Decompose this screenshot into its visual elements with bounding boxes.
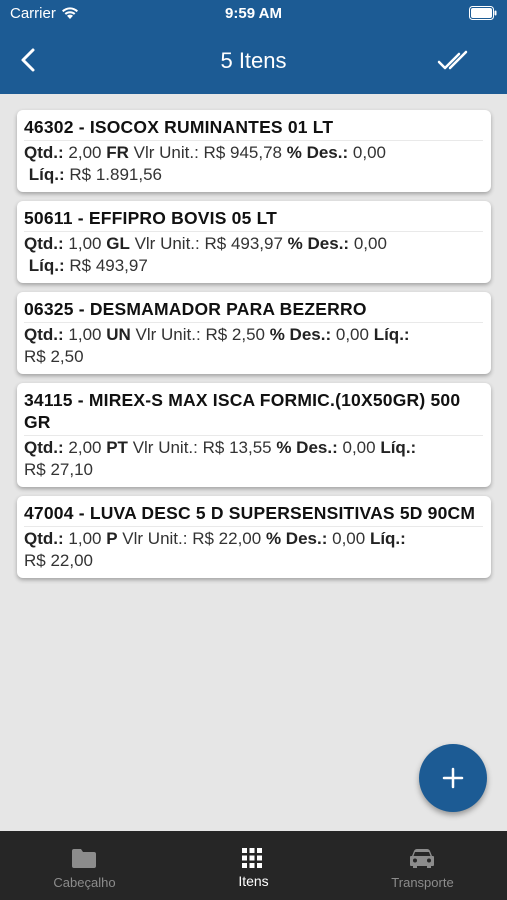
tab-itens[interactable]: Itens [169, 831, 338, 900]
liq-value: R$ 1.891,56 [69, 165, 162, 184]
items-list: 46302 - ISOCOX RUMINANTES 01 LT Qtd.: 2,… [17, 110, 491, 587]
vlr-label: Vlr Unit.: [135, 325, 201, 344]
plus-icon [442, 767, 464, 789]
liq-label: Líq.: [28, 256, 65, 275]
item-title: 06325 - DESMAMADOR PARA BEZERRO [24, 298, 483, 323]
qtd-value: 2,00 [68, 438, 102, 457]
des-label: % Des.: [276, 438, 338, 457]
item-title: 46302 - ISOCOX RUMINANTES 01 LT [24, 116, 483, 141]
des-label: % Des.: [265, 529, 328, 548]
des-value: 0,00 [335, 325, 369, 344]
car-icon [410, 849, 434, 868]
clock: 9:59 AM [225, 5, 282, 22]
item-card[interactable]: 46302 - ISOCOX RUMINANTES 01 LT Qtd.: 2,… [17, 110, 491, 192]
item-title: 34115 - MIREX-S MAX ISCA FORMIC.(10X50GR… [24, 389, 483, 436]
qtd-value: 1,00 [68, 529, 102, 548]
battery-icon [469, 6, 497, 20]
unit-value: PT [106, 438, 128, 457]
item-details: Qtd.: 2,00 PT Vlr Unit.: R$ 13,55 % Des.… [24, 436, 483, 481]
tab-label: Transporte [391, 875, 454, 890]
qtd-label: Qtd.: [24, 325, 64, 344]
liq-value: R$ 493,97 [69, 256, 148, 275]
liq-label: Líq.: [373, 325, 410, 344]
qtd-value: 1,00 [68, 234, 102, 253]
grid-icon [242, 848, 262, 868]
qtd-label: Qtd.: [24, 234, 64, 253]
vlr-label: Vlr Unit.: [134, 234, 200, 253]
vlr-value: R$ 13,55 [202, 438, 272, 457]
item-card[interactable]: 47004 - LUVA DESC 5 D SUPERSENSITIVAS 5D… [17, 496, 491, 578]
item-card[interactable]: 50611 - EFFIPRO BOVIS 05 LT Qtd.: 1,00 G… [17, 201, 491, 283]
double-check-icon[interactable] [437, 48, 469, 74]
page-title: 5 Itens [220, 48, 287, 73]
item-title: 47004 - LUVA DESC 5 D SUPERSENSITIVAS 5D… [24, 502, 483, 527]
add-item-button[interactable] [419, 744, 487, 812]
item-card[interactable]: 06325 - DESMAMADOR PARA BEZERRO Qtd.: 1,… [17, 292, 491, 374]
item-details: Qtd.: 2,00 FR Vlr Unit.: R$ 945,78 % Des… [24, 141, 483, 186]
unit-value: UN [106, 325, 131, 344]
liq-value: R$ 2,50 [24, 347, 84, 366]
des-value: 0,00 [332, 529, 366, 548]
liq-value: R$ 22,00 [24, 551, 93, 570]
vlr-value: R$ 2,50 [205, 325, 265, 344]
qtd-value: 2,00 [68, 143, 102, 162]
item-details: Qtd.: 1,00 UN Vlr Unit.: R$ 2,50 % Des.:… [24, 323, 483, 368]
tab-transporte[interactable]: Transporte [338, 831, 507, 900]
item-details: Qtd.: 1,00 P Vlr Unit.: R$ 22,00 % Des.:… [24, 527, 483, 572]
unit-value: P [106, 529, 118, 548]
vlr-value: R$ 945,78 [203, 143, 282, 162]
vlr-value: R$ 22,00 [192, 529, 262, 548]
tab-bar: Cabeçalho Itens Transporte [0, 831, 507, 900]
des-value: 0,00 [352, 143, 386, 162]
folder-icon [72, 849, 96, 868]
qtd-label: Qtd.: [24, 438, 64, 457]
liq-label: Líq.: [380, 438, 417, 457]
des-label: % Des.: [286, 143, 349, 162]
qtd-label: Qtd.: [24, 143, 64, 162]
vlr-label: Vlr Unit.: [122, 529, 188, 548]
liq-value: R$ 27,10 [24, 460, 93, 479]
vlr-label: Vlr Unit.: [132, 438, 198, 457]
qtd-label: Qtd.: [24, 529, 64, 548]
unit-value: GL [106, 234, 130, 253]
tab-label: Cabeçalho [53, 875, 116, 890]
item-details: Qtd.: 1,00 GL Vlr Unit.: R$ 493,97 % Des… [24, 232, 483, 277]
liq-label: Líq.: [28, 165, 65, 184]
nav-bar: 5 Itens [0, 28, 507, 94]
des-label: % Des.: [287, 234, 350, 253]
vlr-value: R$ 493,97 [204, 234, 283, 253]
tab-cabecalho[interactable]: Cabeçalho [0, 831, 169, 900]
tab-label: Itens [238, 873, 269, 889]
unit-value: FR [106, 143, 129, 162]
des-label: % Des.: [269, 325, 332, 344]
des-value: 0,00 [353, 234, 387, 253]
liq-label: Líq.: [369, 529, 406, 548]
des-value: 0,00 [342, 438, 376, 457]
item-title: 50611 - EFFIPRO BOVIS 05 LT [24, 207, 483, 232]
vlr-label: Vlr Unit.: [133, 143, 199, 162]
status-bar: Carrier 9:59 AM [0, 0, 507, 28]
qtd-value: 1,00 [68, 325, 102, 344]
item-card[interactable]: 34115 - MIREX-S MAX ISCA FORMIC.(10X50GR… [17, 383, 491, 487]
